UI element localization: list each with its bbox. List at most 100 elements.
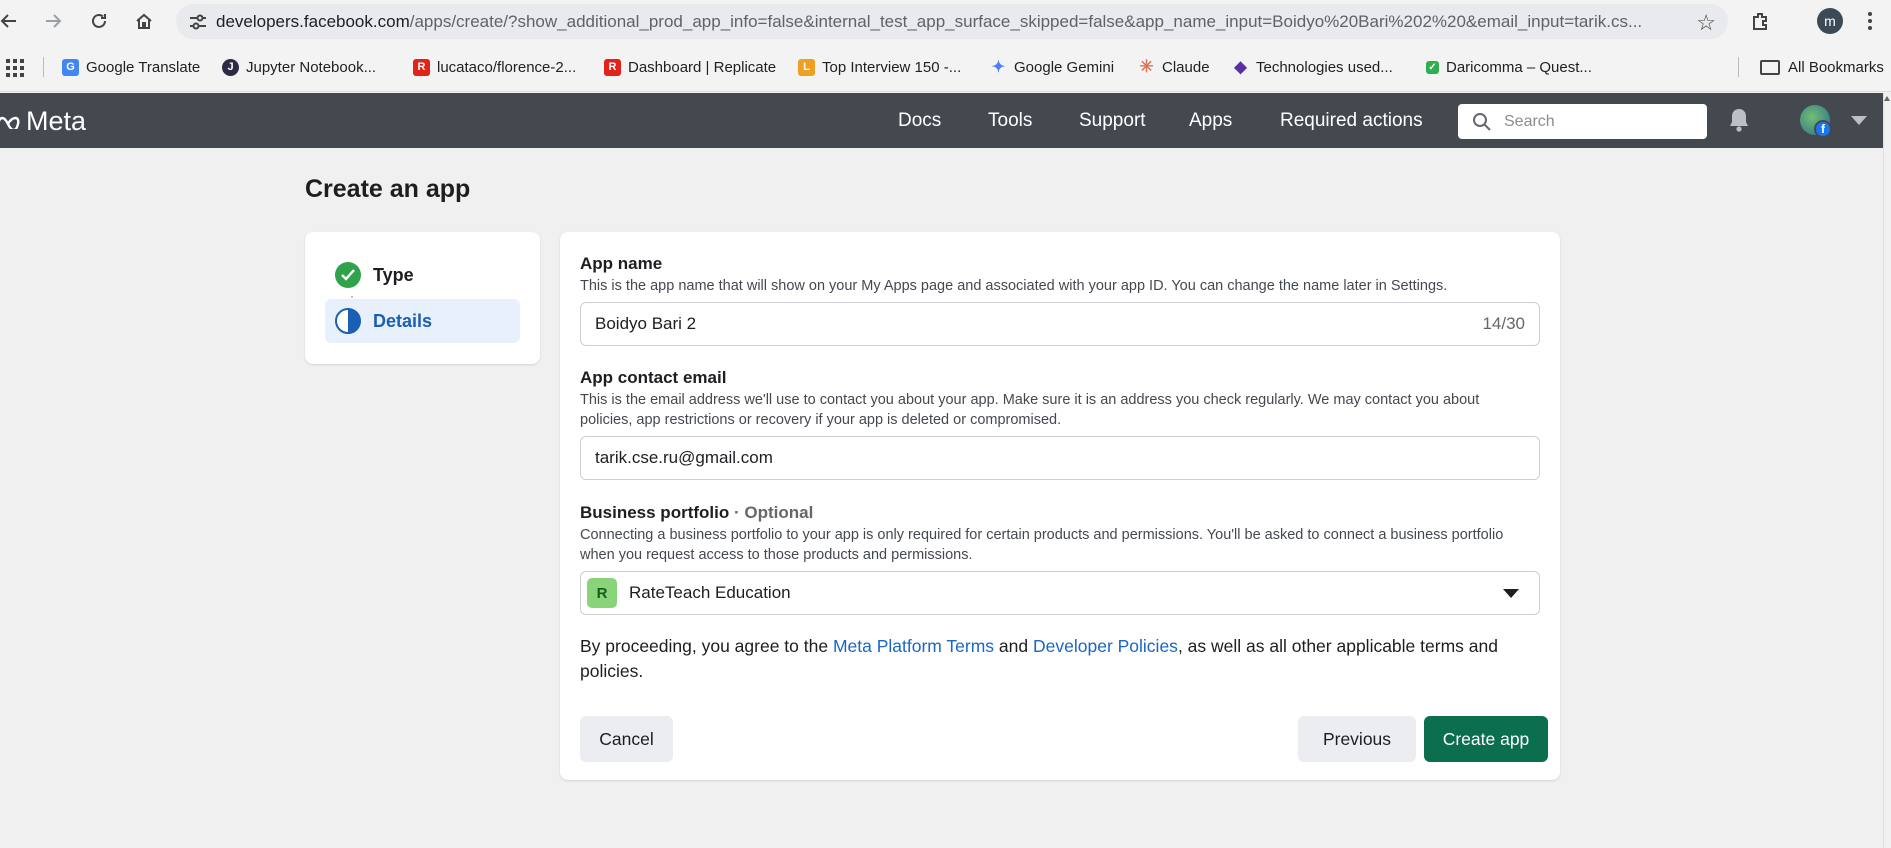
- search-input[interactable]: [1504, 112, 1694, 131]
- bookmark-jupyter[interactable]: J Jupyter Notebook...: [222, 55, 376, 79]
- bookmark-technologies[interactable]: ◆ Technologies used...: [1232, 55, 1393, 79]
- step-label: Details: [373, 310, 433, 331]
- meta-logo[interactable]: Meta: [0, 105, 87, 136]
- facebook-icon: f: [1814, 120, 1832, 138]
- step-details[interactable]: Details: [325, 299, 520, 343]
- notifications-bell-icon[interactable]: [1727, 107, 1751, 133]
- nav-label: Required actions: [1280, 109, 1423, 131]
- search-icon: [1473, 112, 1491, 131]
- home-icon[interactable]: [131, 8, 157, 34]
- cancel-button[interactable]: Cancel: [580, 716, 673, 762]
- gemini-icon: ✦: [991, 59, 1006, 76]
- meta-platform-terms-link[interactable]: Meta Platform Terms: [833, 636, 994, 656]
- step-type[interactable]: Type: [325, 253, 520, 297]
- nav-required-actions[interactable]: Required actions: [1280, 93, 1423, 148]
- meta-infinity-icon: [0, 116, 20, 129]
- site-settings-icon[interactable]: [180, 4, 216, 39]
- all-bookmarks[interactable]: All Bookmarks: [1760, 55, 1884, 79]
- extensions-icon[interactable]: [1748, 8, 1774, 34]
- business-portfolio-select[interactable]: R RateTeach Education: [580, 571, 1540, 615]
- bookmarks-divider: [1738, 57, 1739, 77]
- app-details-form: App name This is the app name that will …: [560, 232, 1560, 780]
- steps-panel: Type Details: [305, 232, 540, 364]
- business-description: Connecting a business portfolio to your …: [580, 527, 1504, 563]
- replicate-icon: R: [413, 58, 430, 76]
- bookmark-google-translate[interactable]: G Google Translate: [62, 55, 200, 79]
- bookmarks-bar: G Google Translate J Jupyter Notebook... R…: [0, 42, 1891, 92]
- apps-grid-icon[interactable]: [6, 59, 24, 77]
- nav-label: Apps: [1189, 109, 1233, 131]
- terms-text: By proceeding, you agree to the Meta Pla…: [580, 634, 1540, 684]
- previous-button[interactable]: Previous: [1298, 716, 1416, 762]
- business-label-text: Business portfolio: [580, 503, 730, 522]
- checkmark-circle-icon: [335, 262, 361, 288]
- portfolio-avatar: R: [587, 578, 617, 608]
- bookmark-gemini[interactable]: ✦ Google Gemini: [990, 55, 1114, 79]
- bookmark-label: Daricomma – Quest...: [1446, 58, 1592, 76]
- business-portfolio-label: Business portfolio · Optional: [580, 503, 813, 523]
- create-app-button[interactable]: Create app: [1424, 716, 1548, 762]
- technologies-icon: ◆: [1234, 59, 1247, 76]
- page-scrollbar[interactable]: [1883, 93, 1891, 848]
- char-counter: 14/30: [1482, 314, 1525, 333]
- replicate-icon: R: [604, 58, 621, 76]
- folder-icon: [1760, 59, 1780, 75]
- bookmark-top-interview[interactable]: L Top Interview 150 -...: [798, 55, 961, 79]
- scroll-up-arrow-icon[interactable]: [1884, 96, 1890, 101]
- forward-arrow-icon[interactable]: [40, 8, 66, 34]
- app-name-input[interactable]: Boidyo Bari 2 14/30: [580, 302, 1540, 346]
- selected-portfolio: RateTeach Education: [629, 583, 791, 602]
- app-name-label: App name: [580, 254, 663, 273]
- developer-policies-link[interactable]: Developer Policies: [1033, 636, 1178, 656]
- bookmark-label: Top Interview 150 -...: [822, 58, 962, 76]
- nav-apps[interactable]: Apps: [1189, 93, 1232, 148]
- leetcode-icon: L: [798, 58, 815, 76]
- bookmark-claude[interactable]: ✳ Claude: [1138, 55, 1210, 79]
- nav-docs[interactable]: Docs: [898, 93, 941, 148]
- email-description: This is the email address we'll use to c…: [580, 392, 1480, 428]
- address-bar[interactable]: developers.facebook.com/apps/create/?sho…: [176, 4, 1728, 39]
- all-bookmarks-label: All Bookmarks: [1788, 58, 1884, 76]
- bookmark-star-icon[interactable]: ☆: [1696, 10, 1716, 36]
- step-label: Type: [373, 264, 414, 285]
- optional-tag: · Optional: [733, 503, 814, 522]
- reload-icon[interactable]: [86, 8, 112, 34]
- checkbox-icon: ✓: [1426, 60, 1439, 74]
- nav-label: Docs: [898, 109, 942, 131]
- terms-prefix: By proceeding, you agree to the: [580, 636, 833, 656]
- bookmark-daricomma[interactable]: ✓ Daricomma – Quest...: [1426, 55, 1592, 79]
- dropdown-arrow-icon: [1503, 588, 1519, 598]
- jupyter-icon: J: [222, 58, 239, 76]
- bookmark-label: Claude: [1162, 58, 1210, 76]
- nav-label: Tools: [988, 109, 1033, 131]
- nav-tools[interactable]: Tools: [988, 93, 1032, 148]
- bookmark-label: Jupyter Notebook...: [246, 58, 377, 76]
- half-circle-progress-icon: [335, 308, 361, 334]
- bookmark-label: lucataco/florence-2...: [437, 58, 577, 76]
- email-input[interactable]: tarik.cse.ru@gmail.com: [580, 436, 1540, 480]
- account-dropdown-caret-icon[interactable]: [1851, 116, 1867, 125]
- bookmark-label: Technologies used...: [1256, 58, 1393, 76]
- nav-support[interactable]: Support: [1079, 93, 1146, 148]
- browser-menu-icon[interactable]: [1862, 8, 1878, 34]
- bookmark-florence[interactable]: Rlucataco/florence-2...: [413, 55, 576, 79]
- app-name-value: Boidyo Bari 2: [595, 314, 697, 333]
- browser-toolbar: developers.facebook.com/apps/create/?sho…: [0, 0, 1891, 42]
- claude-icon: ✳: [1139, 57, 1154, 76]
- meta-search[interactable]: [1458, 104, 1707, 139]
- back-arrow-icon[interactable]: [0, 8, 22, 34]
- email-value: tarik.cse.ru@gmail.com: [595, 448, 773, 467]
- page-title: Create an app: [305, 175, 471, 203]
- bookmark-label: Google Gemini: [1014, 58, 1115, 76]
- bookmark-label: Google Translate: [86, 58, 201, 76]
- app-name-description: This is the app name that will show on y…: [580, 278, 1448, 294]
- meta-header: Meta Docs Tools Support Apps Required ac…: [0, 93, 1883, 148]
- nav-label: Support: [1079, 109, 1146, 131]
- url-text: developers.facebook.com/apps/create/?sho…: [216, 11, 1643, 31]
- meta-logo-text: Meta: [26, 105, 87, 136]
- bookmark-label: Dashboard | Replicate: [628, 58, 777, 76]
- bookmark-replicate-dashboard[interactable]: R Dashboard | Replicate: [604, 55, 776, 79]
- email-label: App contact email: [580, 368, 727, 387]
- browser-profile-avatar[interactable]: m: [1817, 8, 1843, 34]
- bookmarks-divider: [43, 57, 44, 77]
